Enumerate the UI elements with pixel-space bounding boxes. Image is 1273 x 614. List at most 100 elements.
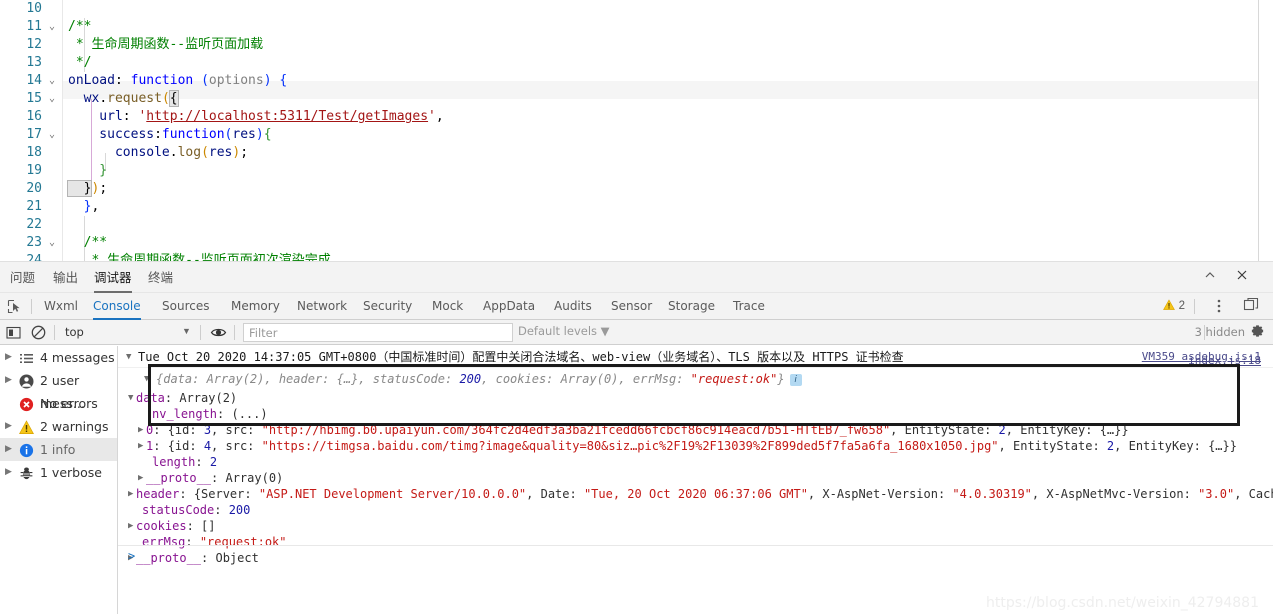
sidebar-item-3[interactable]: ▶ 2 warnings	[0, 415, 117, 438]
code-text: });	[66, 180, 108, 197]
console-object-preview[interactable]: ▼ {data: Array(2), header: {…}, statusCo…	[118, 354, 1273, 390]
live-expression-icon[interactable]	[210, 324, 227, 341]
code-text: url: 'http://localhost:5311/Test/getImag…	[68, 109, 444, 124]
sidebar-item-2[interactable]: No errors	[0, 392, 117, 415]
object-preview-text: {data: Array(2), header: {…}, statusCode…	[156, 368, 802, 390]
context-selector[interactable]: top	[62, 323, 190, 342]
tree-row[interactable]: length: 2	[118, 454, 1273, 470]
gear-icon[interactable]	[1250, 323, 1267, 340]
expand-arrow-icon[interactable]: ▶	[5, 415, 15, 438]
fold-chevron-icon[interactable]: ⌄	[46, 18, 58, 36]
expand-arrow-icon[interactable]: ▶	[138, 422, 143, 438]
code-line[interactable]: 12 * 生命周期函数--监听页面加载	[0, 36, 1273, 54]
expand-arrow-icon[interactable]: ▼	[126, 346, 131, 368]
close-panel-button[interactable]	[1231, 266, 1253, 288]
source-link[interactable]: index.js:18	[1188, 350, 1261, 372]
warning-indicator[interactable]: 2	[1163, 299, 1185, 312]
code-line[interactable]: 11 ⌄ /**	[0, 18, 1273, 36]
tab-storage[interactable]: Storage	[668, 293, 715, 320]
fold-chevron-icon[interactable]: ⌄	[46, 126, 58, 144]
expand-arrow-icon[interactable]: ▶	[5, 346, 15, 369]
tree-row[interactable]: nv_length: (...)	[118, 406, 1273, 422]
more-vertical-icon[interactable]	[1211, 297, 1227, 321]
sidebar-item-4[interactable]: ▶ 1 info	[0, 438, 117, 461]
expand-arrow-icon[interactable]: ▶	[138, 470, 143, 486]
code-line[interactable]: 14 ⌄ onLoad: function (options) {	[0, 72, 1273, 90]
expand-arrow-icon[interactable]: ▶	[5, 461, 15, 484]
tab-network[interactable]: Network	[297, 293, 347, 320]
code-line[interactable]: 23 ⌄ /**	[0, 234, 1273, 252]
expand-arrow-icon[interactable]: ▼	[128, 390, 133, 406]
code-line[interactable]: 15 ⌄ wx.request({	[0, 90, 1273, 108]
dock-panel-icon[interactable]	[1243, 297, 1259, 319]
tree-row[interactable]: statusCode: 200	[118, 502, 1273, 518]
line-number: 19	[26, 163, 42, 178]
tab-memory[interactable]: Memory	[231, 293, 280, 320]
code-line[interactable]: 21 },	[0, 198, 1273, 216]
tree-row[interactable]: ▶ header: {Server: "ASP.NET Development S…	[118, 486, 1273, 502]
expand-arrow-icon[interactable]: ▶	[138, 438, 143, 454]
clear-console-icon[interactable]	[30, 324, 47, 341]
console-message-warning[interactable]: ▼ Tue Oct 20 2020 14:37:05 GMT+0800（中国标准…	[118, 346, 1273, 368]
tab-trace[interactable]: Trace	[733, 293, 765, 320]
expand-arrow-icon[interactable]: ▶	[128, 486, 133, 502]
chevron-down-icon[interactable]: ▼	[182, 326, 191, 336]
code-line[interactable]: 22	[0, 216, 1273, 234]
code-line[interactable]: 17 ⌄ success:function(res){	[0, 126, 1273, 144]
expand-arrow-icon[interactable]: ▼	[144, 368, 149, 390]
tab-mock[interactable]: Mock	[432, 293, 463, 320]
code-line[interactable]: 16 url: 'http://localhost:5311/Test/getI…	[0, 108, 1273, 126]
error-icon	[19, 396, 34, 412]
expand-arrow-icon[interactable]: ▶	[128, 518, 133, 534]
tree-row-content: __proto__: Array(0)	[146, 471, 284, 485]
sidebar-item-5[interactable]: ▶ 1 verbose	[0, 461, 117, 484]
expand-arrow-icon[interactable]: ▶	[5, 438, 15, 461]
tab-console[interactable]: Console	[93, 293, 141, 320]
tree-row[interactable]: ▶ __proto__: Array(0)	[118, 470, 1273, 486]
code-line[interactable]: 13 */	[0, 54, 1273, 72]
expand-arrow-icon[interactable]: ▶	[5, 369, 15, 392]
code-line[interactable]: 10	[0, 0, 1273, 18]
sidebar-item-1[interactable]: ▶ 2 user mess...	[0, 369, 117, 411]
tree-row[interactable]: ▶ cookies: []	[118, 518, 1273, 534]
sidebar-item-0[interactable]: ▶ 4 messages	[0, 346, 117, 369]
code-line[interactable]: 24 * 生命周期函数--监听页面初次渲染完成	[0, 252, 1273, 261]
fold-chevron-icon[interactable]: ⌄	[46, 72, 58, 90]
log-level-label: Default levels	[518, 324, 598, 338]
console-output[interactable]: ▼ Tue Oct 20 2020 14:37:05 GMT+0800（中国标准…	[118, 346, 1273, 614]
code-line[interactable]: 20 });	[0, 180, 1273, 198]
panel-tab-0[interactable]: 问题	[10, 262, 35, 293]
tree-row[interactable]: ▶ 0: {id: 3, src: "http://hbimg.b0.upaiyu…	[118, 422, 1273, 438]
line-number: 12	[26, 37, 42, 52]
tab-sources[interactable]: Sources	[162, 293, 209, 320]
tree-row[interactable]: ▶ 1: {id: 4, src: "https://timgsa.baidu.c…	[118, 438, 1273, 454]
console-prompt[interactable]: >	[118, 545, 1273, 567]
hidden-messages-count[interactable]: 3 hidden	[1195, 325, 1245, 339]
tree-row-content: statusCode: 200	[142, 503, 251, 517]
panel-tab-2[interactable]: 调试器	[94, 262, 132, 293]
tab-security[interactable]: Security	[363, 293, 412, 320]
fold-chevron-icon[interactable]: ⌄	[46, 234, 58, 252]
tab-wxml[interactable]: Wxml	[44, 293, 78, 320]
tree-row[interactable]: ▼ data: Array(2)	[118, 390, 1273, 406]
tab-appdata[interactable]: AppData	[483, 293, 535, 320]
log-level-selector[interactable]: Default levels ▼	[518, 324, 610, 338]
inspect-element-icon[interactable]	[6, 298, 23, 315]
info-badge-icon[interactable]: i	[789, 374, 802, 386]
tab-sensor[interactable]: Sensor	[611, 293, 652, 320]
panel-tab-3[interactable]: 终端	[148, 262, 173, 293]
minimize-panel-button[interactable]	[1199, 266, 1221, 288]
code-text: onLoad: function (options) {	[68, 73, 288, 88]
fold-chevron-icon[interactable]: ⌄	[46, 90, 58, 108]
code-editor[interactable]: 10 11 ⌄/** 12 * 生命周期函数--监听页面加载 13 */14 ⌄ onLoa…	[0, 0, 1273, 261]
code-text: success:function(res){	[68, 127, 272, 142]
code-line[interactable]: 19 }	[0, 162, 1273, 180]
line-number: 18	[26, 145, 42, 160]
panel-tab-1[interactable]: 输出	[53, 262, 78, 293]
show-console-sidebar-icon[interactable]	[5, 324, 22, 341]
filter-input[interactable]: Filter	[243, 323, 513, 342]
code-line[interactable]: 18 console.log(res);	[0, 144, 1273, 162]
tab-audits[interactable]: Audits	[554, 293, 592, 320]
user-icon	[19, 373, 34, 389]
code-text: wx.request({	[68, 90, 179, 107]
